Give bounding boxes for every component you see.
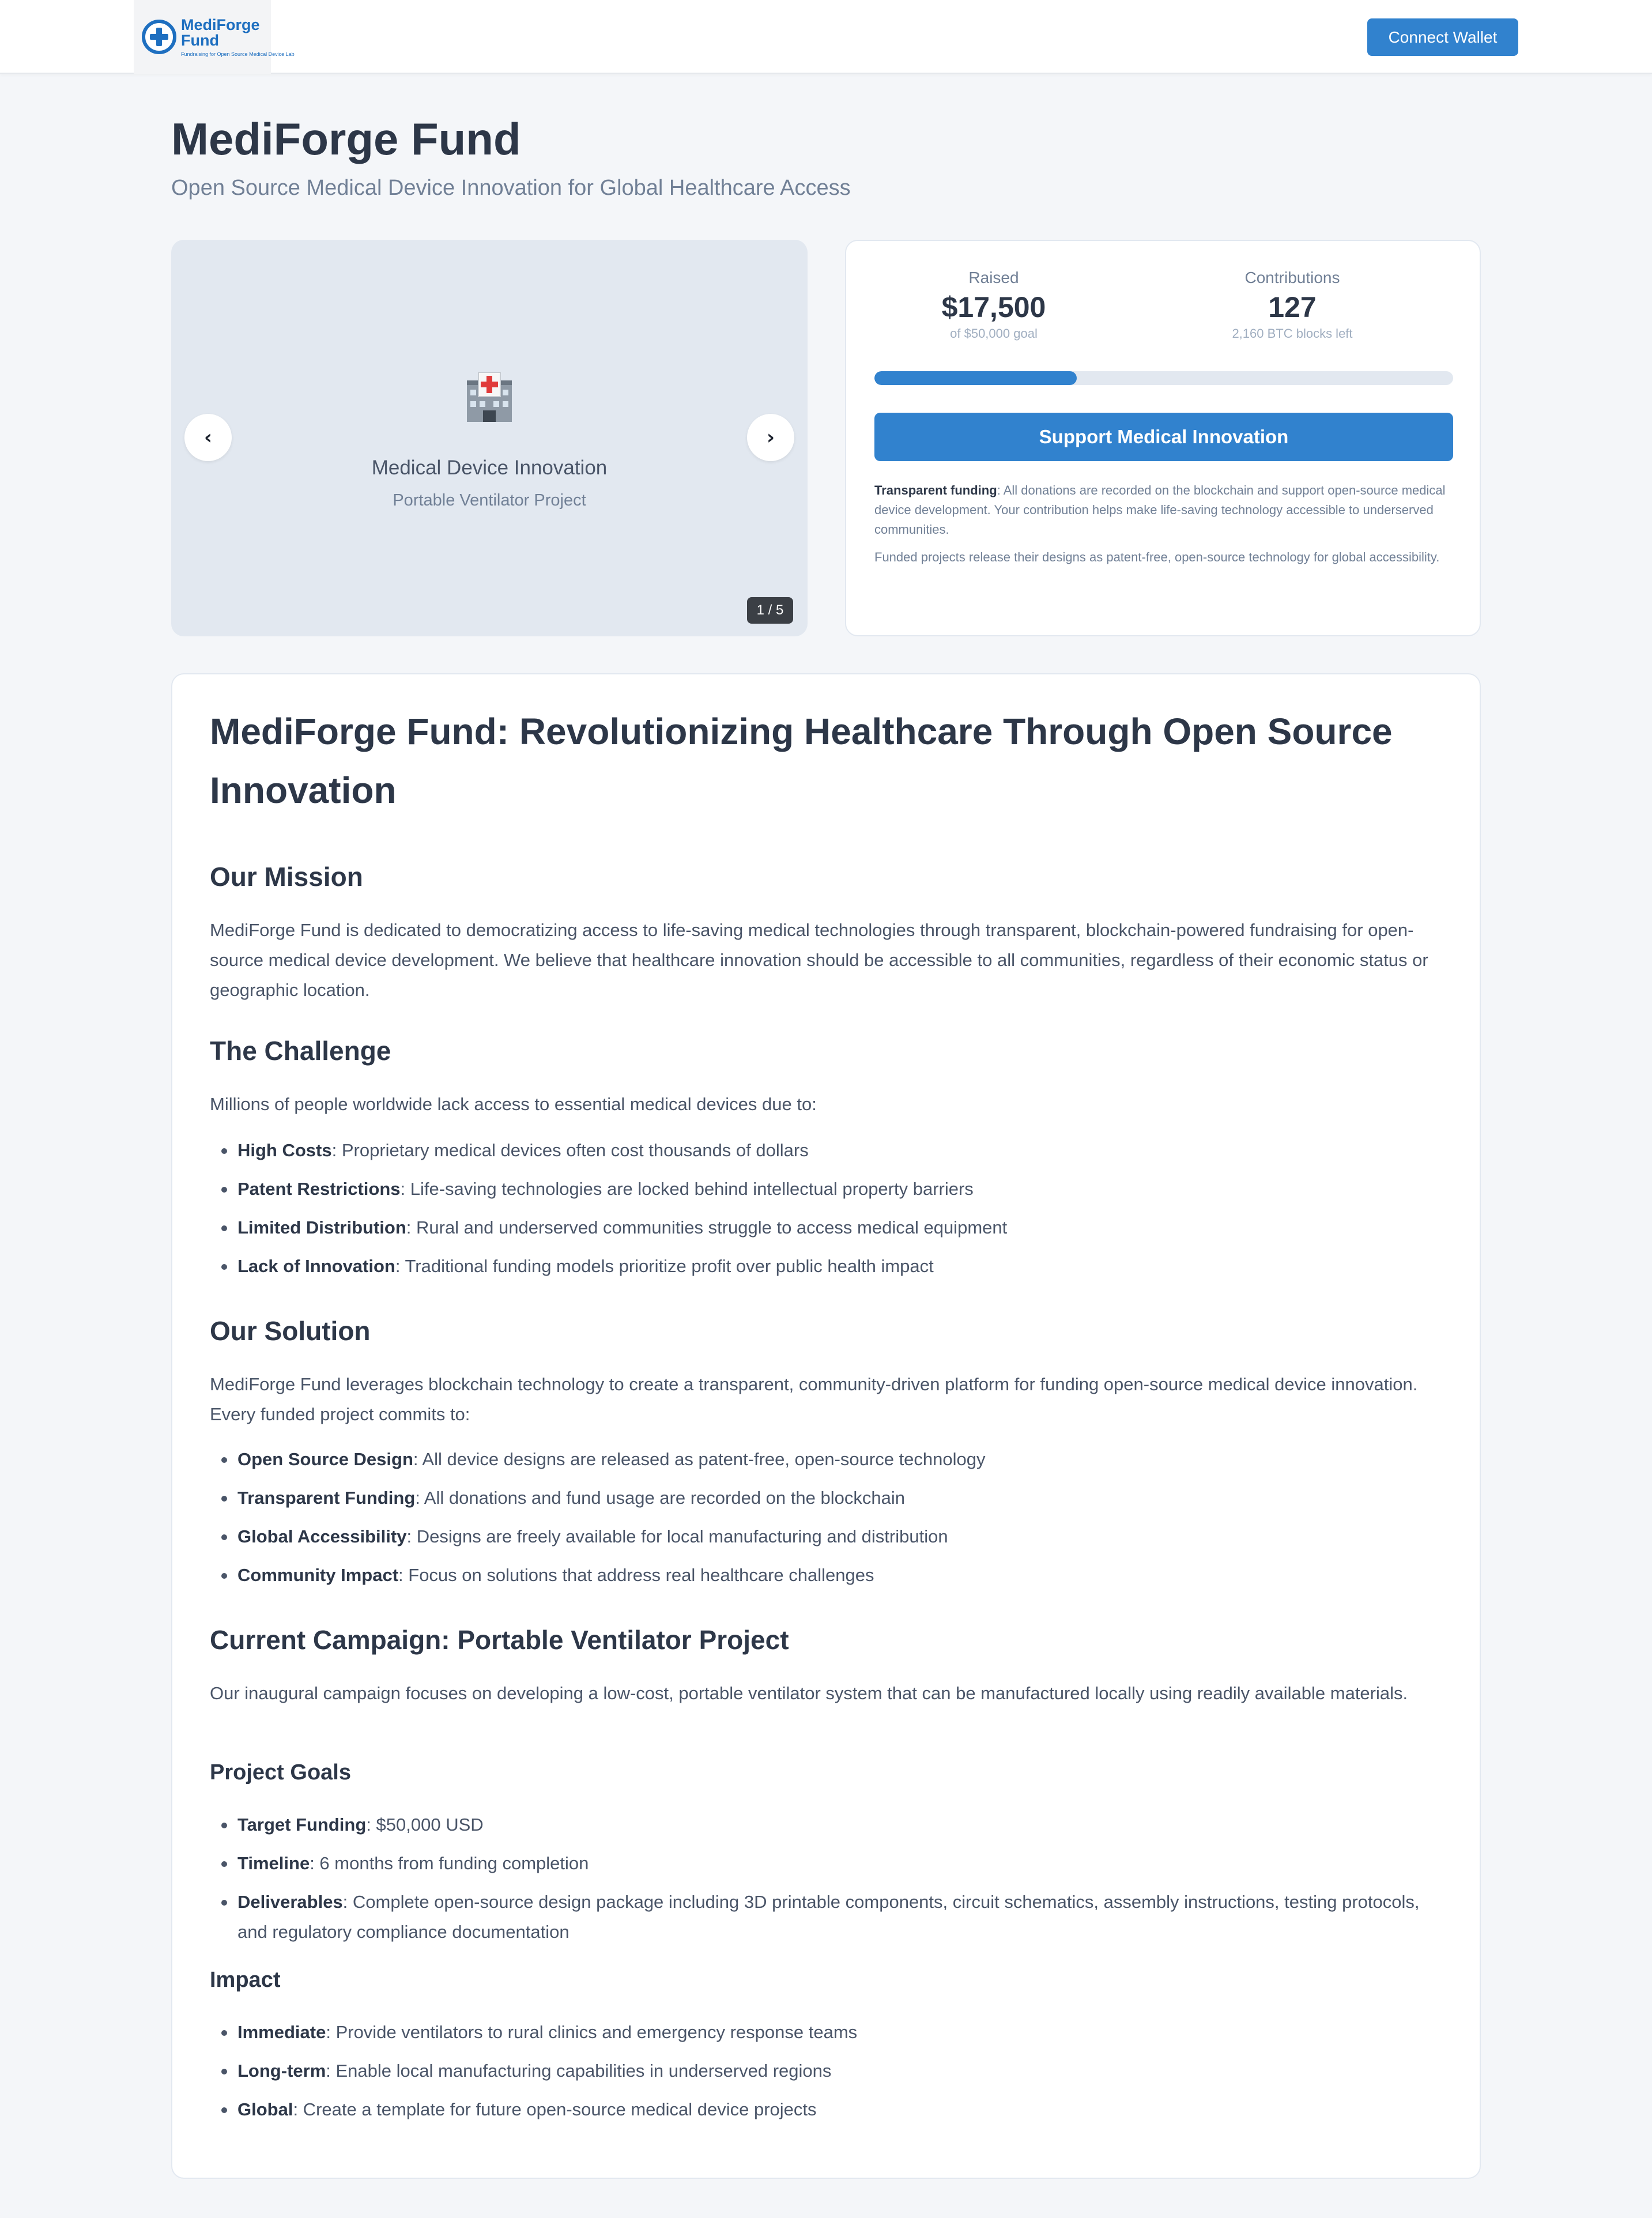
list-item-label: Global Accessibility [237,1526,407,1546]
list-item: Timeline: 6 months from funding completi… [210,1849,1444,1878]
impact-heading: Impact [210,1968,281,1992]
list-item-text: : 6 months from funding completion [310,1853,589,1873]
list-item-text: : Complete open-source design package in… [237,1892,1420,1942]
raised-goal-note: of $50,000 goal [950,326,1038,341]
carousel-subtitle: Portable Ventilator Project [393,491,586,510]
list-item-label: Transparent Funding [237,1488,416,1508]
mission-heading: Our Mission [210,862,363,892]
list-item-label: Target Funding [237,1815,367,1835]
list-item-label: Community Impact [237,1565,399,1585]
medical-cross-logo-icon [142,20,176,54]
challenge-intro: Millions of people worldwide lack access… [210,1094,817,1114]
list-item: Community Impact: Focus on solutions tha… [210,1560,1444,1590]
campaign-heading: Current Campaign: Portable Ventilator Pr… [210,1625,789,1655]
list-item: Global Accessibility: Designs are freely… [210,1522,1444,1552]
raised-stat: Raised $17,500 of $50,000 goal [878,269,1109,341]
challenge-heading: The Challenge [210,1036,391,1066]
logo-tagline: Fundraising for Open Source Medical Devi… [181,51,295,57]
carousel-next-button[interactable]: › [747,414,794,461]
campaign-intro: Our inaugural campaign focuses on develo… [210,1683,1408,1703]
list-item-text: : Provide ventilators to rural clinics a… [326,2022,858,2042]
page-subtitle: Open Source Medical Device Innovation fo… [171,176,851,200]
logo[interactable]: MediForge Fund Fundraising for Open Sourc… [134,0,295,74]
solution-intro: MediForge Fund leverages blockchain tech… [210,1374,1418,1424]
list-item-label: Open Source Design [237,1449,413,1469]
solution-heading: Our Solution [210,1316,371,1346]
list-item-label: Lack of Innovation [237,1256,395,1276]
logo-text: MediForge Fund Fundraising for Open Sourc… [181,17,295,57]
list-item-text: : $50,000 USD [366,1815,484,1835]
transparency-note-bold: Transparent funding [874,483,997,497]
impact-list: Immediate: Provide ventilators to rural … [210,2017,1444,2133]
list-item: Lack of Innovation: Traditional funding … [210,1251,1444,1281]
funding-card: Raised $17,500 of $50,000 goal Contribut… [845,240,1481,636]
list-item-text: : Enable local manufacturing capabilitie… [326,2061,832,2081]
goals-list: Target Funding: $50,000 USD Timeline: 6 m… [210,1810,1444,1956]
list-item-text: : Rural and underserved communities stru… [406,1217,1008,1238]
list-item-label: High Costs [237,1140,332,1160]
list-item-text: : Life-saving technologies are locked be… [400,1179,974,1199]
list-item: Immediate: Provide ventilators to rural … [210,2017,1444,2047]
carousel-prev-button[interactable]: ‹ [184,414,232,461]
campaign-description: MediForge Fund: Revolutionizing Healthca… [171,673,1481,2179]
challenge-list: High Costs: Proprietary medical devices … [210,1136,1444,1290]
list-item-text: : All device designs are released as pat… [413,1449,986,1469]
list-item-text: : Designs are freely available for local… [406,1526,948,1546]
hospital-icon [467,372,512,422]
list-item-text: : Focus on solutions that address real h… [398,1565,874,1585]
funding-progress-fill [874,371,1077,385]
list-item-text: : Traditional funding models prioritize … [395,1256,934,1276]
carousel-title: Medical Device Innovation [371,457,608,479]
list-item-label: Long-term [237,2061,326,2081]
goals-heading: Project Goals [210,1760,351,1785]
list-item: Target Funding: $50,000 USD [210,1810,1444,1840]
open-source-note: Funded projects release their designs as… [874,550,1440,564]
list-item: Global: Create a template for future ope… [210,2095,1444,2125]
solution-list: Open Source Design: All device designs a… [210,1444,1444,1599]
raised-label: Raised [968,269,1019,286]
image-carousel: Medical Device Innovation Portable Venti… [171,240,808,636]
list-item-text: : Proprietary medical devices often cost… [331,1140,809,1160]
list-item: Limited Distribution: Rural and underser… [210,1213,1444,1243]
contributions-value: 127 [1268,291,1317,323]
contributions-label: Contributions [1244,269,1340,286]
list-item-label: Deliverables [237,1892,343,1912]
mission-text: MediForge Fund is dedicated to democrati… [210,920,1428,1000]
carousel-counter: 1 / 5 [747,597,793,624]
logo-name: MediForge Fund [181,16,260,49]
list-item-label: Timeline [237,1853,310,1873]
list-item: Patent Restrictions: Life-saving technol… [210,1174,1444,1204]
raised-value: $17,500 [941,291,1046,323]
list-item: Deliverables: Complete open-source desig… [210,1887,1444,1947]
list-item-label: Global [237,2099,293,2119]
transparency-note: Transparent funding: All donations are r… [874,481,1453,540]
support-button[interactable]: Support Medical Innovation [874,413,1453,461]
blocks-left-note: 2,160 BTC blocks left [1232,326,1353,341]
list-item-text: : All donations and fund usage are recor… [415,1488,905,1508]
list-item: High Costs: Proprietary medical devices … [210,1136,1444,1165]
article-title: MediForge Fund: Revolutionizing Healthca… [210,711,1393,811]
list-item: Open Source Design: All device designs a… [210,1444,1444,1474]
connect-wallet-button[interactable]: Connect Wallet [1367,18,1518,56]
funding-progress-bar [874,371,1453,385]
contributions-stat: Contributions 127 2,160 BTC blocks left [1177,269,1408,341]
list-item-label: Patent Restrictions [237,1179,401,1199]
top-nav-bar: MediForge Fund Fundraising for Open Sourc… [0,0,1652,74]
list-item-text: : Create a template for future open-sour… [293,2099,817,2119]
list-item-label: Limited Distribution [237,1217,406,1238]
list-item-label: Immediate [237,2022,326,2042]
list-item: Transparent Funding: All donations and f… [210,1483,1444,1513]
page-title: MediForge Fund [171,114,521,164]
list-item: Long-term: Enable local manufacturing ca… [210,2056,1444,2086]
